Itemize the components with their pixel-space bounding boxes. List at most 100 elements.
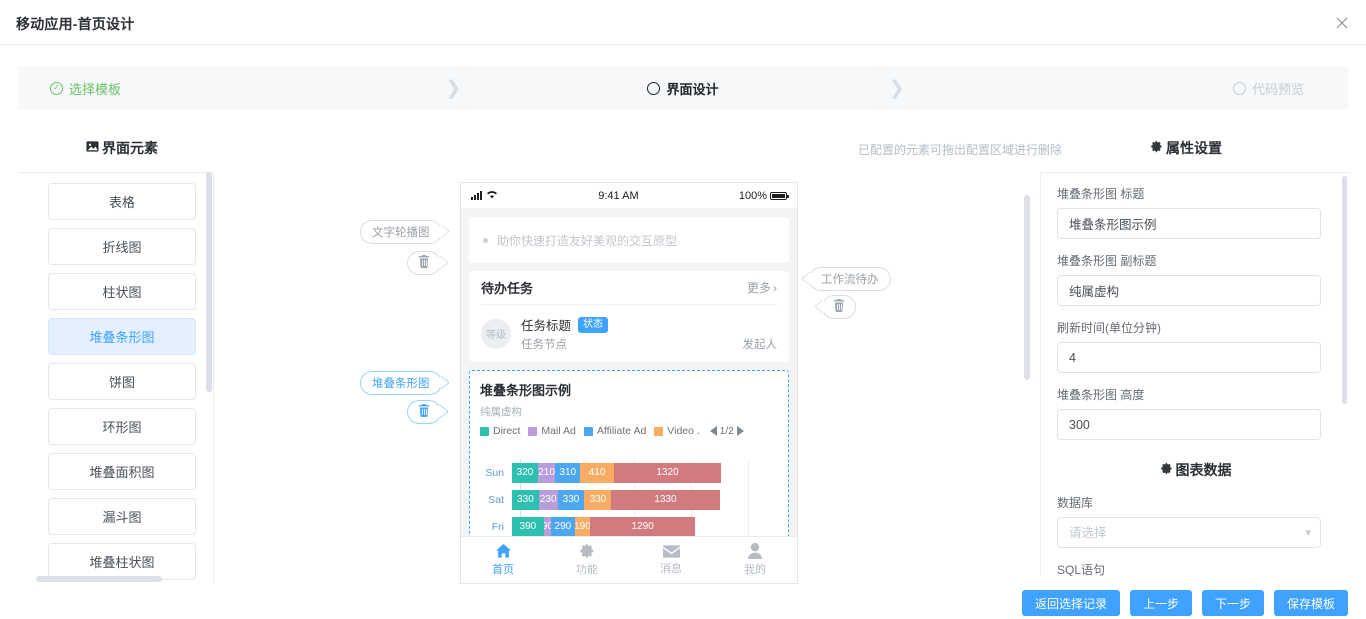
element-item[interactable]: 堆叠柱状图: [48, 543, 196, 580]
chevron-right-icon: ›: [773, 281, 777, 295]
element-item[interactable]: 折线图: [48, 228, 196, 265]
task-initiator: 发起人: [743, 336, 778, 352]
database-label: 数据库: [1057, 494, 1334, 511]
legend-label: Mail Ad: [541, 425, 575, 437]
window-title: 移动应用-首页设计: [16, 14, 134, 34]
user-icon: [748, 543, 762, 559]
stacked-bar[interactable]: 390902901901290: [512, 517, 778, 537]
legend-item[interactable]: Direct: [480, 425, 520, 437]
elements-vertical-scrollbar[interactable]: [206, 172, 212, 572]
element-item[interactable]: 堆叠面积图: [48, 453, 196, 490]
footer-button-2[interactable]: 上一步: [1130, 590, 1192, 616]
bullet-icon: [483, 238, 488, 243]
legend-label: Video .: [667, 425, 700, 437]
bar-segment: 330: [584, 490, 611, 510]
stacked-bar[interactable]: 3302303303301330: [512, 490, 778, 510]
todo-more-link[interactable]: 更多 ›: [747, 279, 777, 296]
todo-item[interactable]: 等级 任务标题 状态 任务节点 发起人: [481, 305, 777, 352]
footer-button-3[interactable]: 下一步: [1202, 590, 1264, 616]
element-tag-workflow[interactable]: 工作流待办: [809, 267, 891, 291]
footer-button-label: 下一步: [1215, 595, 1251, 612]
canvas-vertical-scrollbar[interactable]: [1024, 195, 1030, 380]
tabbar-item-1[interactable]: 首页: [461, 537, 545, 583]
bar-segment: 210: [538, 463, 555, 483]
phone-tabbar: 首页 功能 消息我的: [461, 536, 797, 583]
footer-button-1[interactable]: 返回选择记录: [1022, 590, 1120, 616]
legend-next-icon[interactable]: [737, 426, 744, 436]
bar-segment: 1320: [614, 463, 721, 483]
bar-segment: 330: [512, 490, 539, 510]
properties-panel-title: 属性设置: [1166, 138, 1222, 158]
legend-prev-icon[interactable]: [710, 426, 717, 436]
tag-tail: [432, 225, 450, 238]
footer-button-4[interactable]: 保存模板: [1274, 590, 1348, 616]
section-title: 图表数据: [1176, 460, 1232, 480]
element-tag-carousel[interactable]: 文字轮播图: [360, 220, 442, 244]
tabbar-item-label: 功能: [576, 561, 598, 577]
tabbar-item-2[interactable]: 功能: [545, 537, 629, 583]
signal-icon: [471, 191, 482, 200]
bar-segment: 90: [544, 517, 551, 537]
step-label: 选择模板: [69, 79, 121, 98]
sql-label: SQL语句: [1057, 561, 1334, 576]
tag-tail: [432, 256, 450, 269]
footer-button-label: 保存模板: [1287, 595, 1335, 612]
element-item[interactable]: 表格: [48, 183, 196, 220]
property-field-input[interactable]: [1057, 409, 1321, 440]
design-canvas[interactable]: 文字轮播图 工作流待办 堆叠条形图: [213, 172, 1030, 584]
legend-pager[interactable]: 1/2: [710, 426, 744, 437]
circle-icon: [647, 82, 660, 95]
properties-panel-header: 属性设置: [1150, 138, 1222, 158]
property-field-input[interactable]: [1057, 342, 1321, 373]
carousel-widget[interactable]: 助你快速打造友好美观的交互原型: [469, 217, 789, 263]
element-item[interactable]: 漏斗图: [48, 498, 196, 535]
close-icon[interactable]: [1330, 11, 1354, 35]
element-item-label: 环形图: [102, 417, 141, 436]
property-fields: 堆叠条形图 标题堆叠条形图 副标题刷新时间(单位分钟)堆叠条形图 高度: [1057, 185, 1334, 440]
tabbar-item-4[interactable]: 我的: [713, 537, 797, 583]
element-tag-stacked-bar[interactable]: 堆叠条形图: [360, 371, 442, 395]
todo-item-info: 任务标题 状态 任务节点: [521, 315, 743, 352]
wifi-icon: [486, 190, 498, 202]
tabbar-item-label: 首页: [492, 561, 514, 577]
step-label: 代码预览: [1252, 79, 1304, 98]
task-title: 任务标题: [521, 315, 571, 334]
property-field-input[interactable]: [1057, 208, 1321, 239]
avatar: 等级: [481, 319, 511, 349]
delete-tag-workflow[interactable]: [822, 295, 856, 319]
properties-vertical-scrollbar[interactable]: [1342, 176, 1347, 404]
trash-icon: [418, 255, 430, 271]
window-titlebar: 移动应用-首页设计: [0, 0, 1366, 45]
bar-segment: 320: [512, 463, 538, 483]
scrollbar-thumb[interactable]: [36, 576, 162, 582]
battery-icon: [770, 192, 787, 200]
element-item-label: 堆叠条形图: [89, 327, 154, 346]
element-item[interactable]: 堆叠条形图: [48, 318, 196, 355]
element-item[interactable]: 柱状图: [48, 273, 196, 310]
database-select[interactable]: [1057, 517, 1321, 548]
elements-horizontal-scrollbar[interactable]: [36, 576, 196, 582]
legend-item[interactable]: Mail Ad: [528, 425, 575, 437]
todo-widget[interactable]: 待办任务 更多 › 等级 任务标题 状态 任务节点 发起: [469, 271, 789, 362]
property-field-label: 堆叠条形图 高度: [1057, 386, 1334, 403]
legend-item[interactable]: Video .: [654, 425, 700, 437]
delete-tag-stacked-bar[interactable]: [407, 400, 441, 424]
bar-segment: 190: [575, 517, 590, 537]
tabbar-item-3[interactable]: 消息: [629, 537, 713, 583]
element-item[interactable]: 环形图: [48, 408, 196, 445]
step-code-preview[interactable]: 代码预览: [905, 66, 1348, 110]
legend-item[interactable]: Affiliate Ad: [584, 425, 646, 437]
step-select-template[interactable]: ✓ 选择模板 ❯: [18, 66, 461, 110]
element-item[interactable]: 饼图: [48, 363, 196, 400]
scrollbar-thumb[interactable]: [206, 172, 212, 392]
step-interface-design[interactable]: 界面设计 ❯: [461, 66, 904, 110]
delete-tag-carousel[interactable]: [407, 251, 441, 275]
property-field-input[interactable]: [1057, 275, 1321, 306]
properties-panel: 堆叠条形图 标题堆叠条形图 副标题刷新时间(单位分钟)堆叠条形图 高度 图表数据…: [1040, 172, 1350, 576]
property-field: 堆叠条形图 副标题: [1057, 252, 1334, 306]
stacked-bar[interactable]: 3202103104101320: [512, 463, 778, 483]
drag-hint-text: 已配置的元素可拖出配置区域进行删除: [858, 141, 1062, 158]
chart-legend[interactable]: Direct Mail Ad Affiliate Ad Video . 1/2: [480, 425, 778, 437]
sql-field: SQL语句: [1057, 561, 1334, 576]
chart-subtitle: 纯属虚构: [480, 404, 778, 419]
